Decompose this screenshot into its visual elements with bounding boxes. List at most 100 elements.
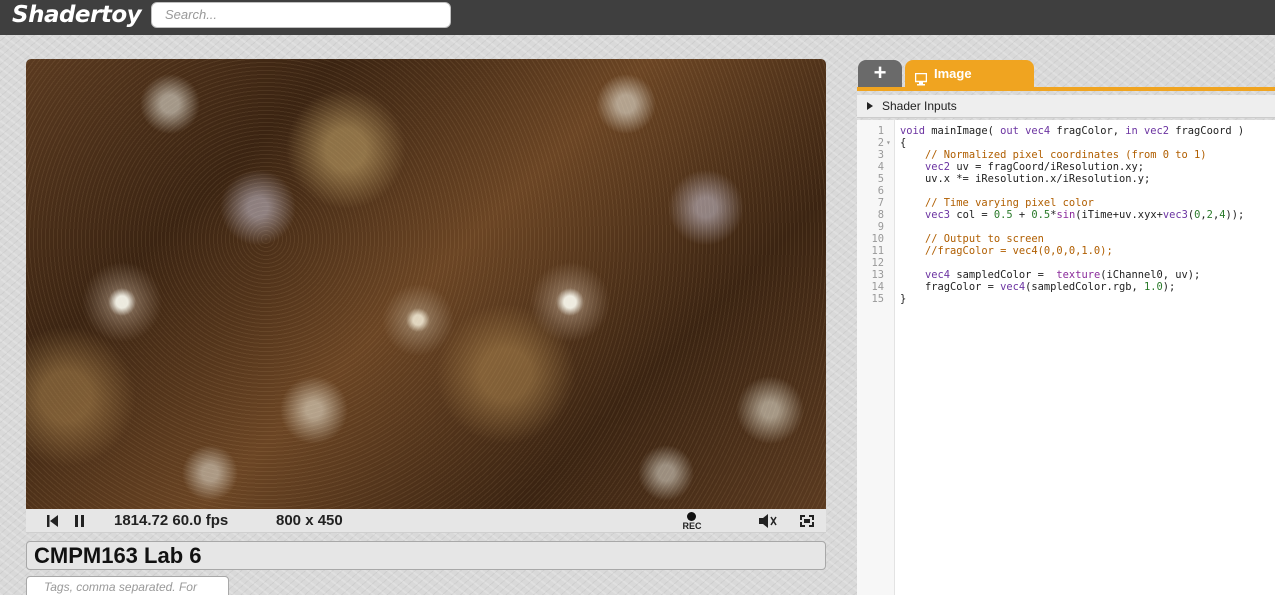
code-token: (iChannel0, uv); (1100, 269, 1201, 281)
fold-arrow-icon[interactable]: ▾ (886, 137, 891, 149)
code-token: col = (950, 209, 994, 221)
line-number: 11 (871, 245, 884, 257)
code-token: vec4 (1000, 281, 1026, 293)
code-token: } (900, 293, 907, 305)
line-number: 5 (877, 173, 884, 185)
tab-underline (857, 87, 1275, 91)
code-token: vec4 (925, 269, 951, 281)
code-token: 0.5 (993, 209, 1013, 221)
line-number: 15 (871, 293, 884, 305)
expand-arrow-icon (867, 102, 873, 110)
code-text: } (900, 293, 906, 305)
tab-image-label: Image (934, 66, 972, 81)
line-number: 9 (877, 221, 884, 233)
add-tab-button[interactable]: + (858, 60, 902, 88)
code-token: ); (1162, 281, 1176, 293)
tab-image[interactable]: Image (905, 60, 1034, 88)
resolution-readout[interactable]: 800 x 450 (276, 509, 343, 533)
record-icon (687, 512, 696, 521)
code-text: fragColor = vec4(sampledColor.rgb, 1.0); (900, 281, 1175, 293)
code-token: 0.5 (1031, 209, 1051, 221)
line-number: 6 (877, 185, 884, 197)
code-line[interactable]: 15} (857, 293, 1275, 305)
code-editor[interactable]: 1 void mainImage( out vec4 fragColor, in … (857, 120, 1275, 595)
line-number: 4 (877, 161, 884, 173)
record-label: REC (682, 521, 702, 531)
code-line[interactable]: 7 // Time varying pixel color (857, 197, 1275, 209)
top-bar: Shadertoy Search... (0, 0, 1275, 35)
fullscreen-icon[interactable] (799, 509, 815, 533)
code-text: vec3 col = 0.5 + 0.5*sin(iTime+uv.xyx+ve… (900, 209, 1244, 221)
code-text: void mainImage( out vec4 fragColor, in v… (900, 125, 1244, 137)
record-button[interactable]: REC (680, 509, 704, 533)
line-number: 7 (877, 197, 884, 209)
code-line[interactable]: 10 // Output to screen (857, 233, 1275, 245)
volume-icon[interactable] (757, 509, 779, 533)
code-token: + (1012, 209, 1032, 221)
code-line[interactable]: 1 void mainImage( out vec4 fragColor, in … (857, 125, 1275, 137)
code-line[interactable]: 5 uv.x *= iResolution.x/iResolution.y; (857, 173, 1275, 185)
code-line[interactable]: 9 (857, 221, 1275, 233)
code-token: // Normalized pixel coordinates (from 0 … (900, 149, 1207, 161)
code-text: vec2 uv = fragCoord/iResolution.xy; (900, 161, 1144, 173)
code-token: // Output to screen (900, 233, 1044, 245)
code-text: vec4 sampledColor = texture(iChannel0, u… (900, 269, 1200, 281)
shader-inputs-label: Shader Inputs (882, 99, 957, 113)
code-token: void (900, 125, 926, 137)
shader-inputs-toggle[interactable]: Shader Inputs (857, 95, 1275, 118)
code-token: vec3 (1162, 209, 1188, 221)
search-input[interactable]: Search... (151, 2, 451, 28)
code-token: texture (1056, 269, 1101, 281)
code-text: // Normalized pixel coordinates (from 0 … (900, 149, 1207, 161)
code-token: (iTime+uv.xyx+ (1075, 209, 1163, 221)
code-token: fragColor = (900, 281, 1001, 293)
code-line[interactable]: 4 vec2 uv = fragCoord/iResolution.xy; (857, 161, 1275, 173)
code-line[interactable]: 14 fragColor = vec4(sampledColor.rgb, 1.… (857, 281, 1275, 293)
tags-field[interactable]: Tags, comma separated. For (26, 576, 229, 595)
code-token: vec2 (925, 161, 951, 173)
line-number: 14 (871, 281, 884, 293)
code-text: // Output to screen (900, 233, 1044, 245)
shadertoy-logo[interactable]: Shadertoy (12, 2, 142, 28)
line-number: 1 (877, 125, 884, 137)
code-text: //fragColor = vec4(0,0,0,1.0); (900, 245, 1113, 257)
code-line[interactable]: 6 (857, 185, 1275, 197)
monitor-icon (914, 68, 928, 86)
code-token: // Time varying pixel color (900, 197, 1094, 209)
code-token: fragCoord ) (1169, 125, 1245, 137)
line-number: 3 (877, 149, 884, 161)
shader-canvas[interactable] (26, 59, 826, 509)
code-token: uv.x *= iResolution.x/iResolution.y; (900, 173, 1151, 185)
rewind-icon[interactable] (46, 509, 62, 533)
code-token: fragColor, (1050, 125, 1126, 137)
code-text: // Time varying pixel color (900, 197, 1094, 209)
line-number: 12 (871, 257, 884, 269)
code-line[interactable]: 2 ▾ { (857, 137, 1275, 149)
code-token: mainImage( (925, 125, 1001, 137)
code-line[interactable]: 11 //fragColor = vec4(0,0,0,1.0); (857, 245, 1275, 257)
pause-icon[interactable] (74, 509, 88, 533)
line-number: 2 (877, 137, 884, 149)
code-text: { (900, 137, 906, 149)
code-line[interactable]: 3 // Normalized pixel coordinates (from … (857, 149, 1275, 161)
code-token: out vec4 (1000, 125, 1051, 137)
line-number: 13 (871, 269, 884, 281)
code-line[interactable]: 12 (857, 257, 1275, 269)
code-token: sampledColor = (950, 269, 1057, 281)
code-line[interactable]: 13 vec4 sampledColor = texture(iChannel0… (857, 269, 1275, 281)
code-token: 1.0 (1143, 281, 1163, 293)
fps-readout: 1814.72 60.0 fps (114, 512, 229, 529)
shader-title-field[interactable]: CMPM163 Lab 6 (26, 541, 826, 570)
player-controls: 1814.72 60.0 fps 800 x 450 REC (26, 509, 826, 533)
code-token: vec3 (925, 209, 951, 221)
code-text: uv.x *= iResolution.x/iResolution.y; (900, 173, 1150, 185)
code-line[interactable]: 8 vec3 col = 0.5 + 0.5*sin(iTime+uv.xyx+… (857, 209, 1275, 221)
line-number: 8 (877, 209, 884, 221)
line-number: 10 (871, 233, 884, 245)
code-token: { (900, 137, 907, 149)
code-token: uv = fragCoord/iResolution.xy; (950, 161, 1144, 173)
code-token: in vec2 (1125, 125, 1170, 137)
